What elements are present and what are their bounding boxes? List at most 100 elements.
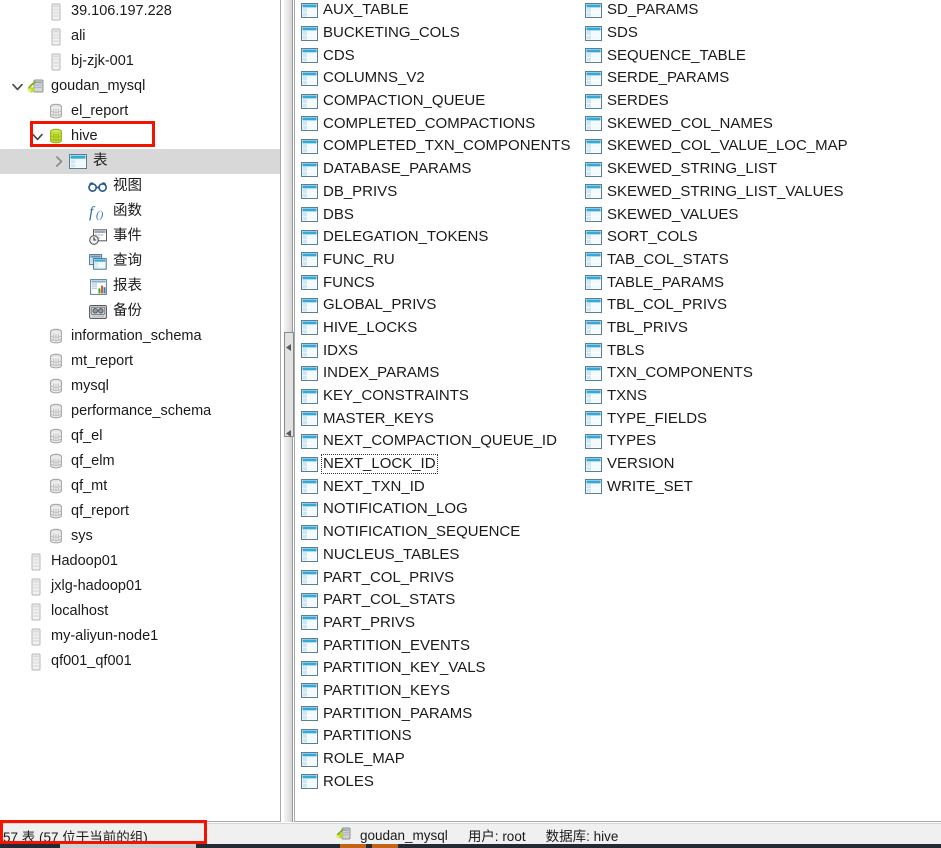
object-list-item[interactable]: PART_COL_STATS <box>300 589 572 612</box>
object-list-item[interactable]: SKEWED_COL_VALUE_LOC_MAP <box>584 135 849 158</box>
object-list-item[interactable]: TABLE_PARAMS <box>584 271 849 294</box>
tree-node-39.106.197.228[interactable]: 39.106.197.228 <box>0 0 280 24</box>
object-list-item[interactable]: GLOBAL_PRIVS <box>300 294 572 317</box>
tree-node-goudan_mysql[interactable]: goudan_mysql <box>0 74 280 99</box>
object-list-item-label: INDEX_PARAMS <box>323 364 440 382</box>
object-list-item[interactable]: HIVE_LOCKS <box>300 317 572 340</box>
splitter-collapse-left-icon[interactable] <box>286 338 292 351</box>
object-list-item[interactable]: CDS <box>300 44 572 67</box>
object-list-item[interactable]: PARTITION_EVENTS <box>300 634 572 657</box>
tree-node-label: qf_el <box>71 427 103 444</box>
object-list-item[interactable]: NOTIFICATION_LOG <box>300 498 572 521</box>
object-list-item[interactable]: SORT_COLS <box>584 226 849 249</box>
tree-node-information_schema[interactable]: information_schema <box>0 324 280 349</box>
tree-node-ali[interactable]: ali <box>0 24 280 49</box>
object-list-item[interactable]: DATABASE_PARAMS <box>300 158 572 181</box>
pane-splitter[interactable] <box>283 0 294 822</box>
object-list-item[interactable]: ROLE_MAP <box>300 748 572 771</box>
tree-node-el_report[interactable]: el_report <box>0 99 280 124</box>
chevron-right-icon[interactable] <box>50 149 68 174</box>
tree-node-查询[interactable]: 查询 <box>0 249 280 274</box>
object-list-item[interactable]: KEY_CONSTRAINTS <box>300 385 572 408</box>
tree-node-bj-zjk-001[interactable]: bj-zjk-001 <box>0 49 280 74</box>
object-list-item[interactable]: VERSION <box>584 453 849 476</box>
connection-tree-pane[interactable]: 39.106.197.228 ali bj-zjk-001 goudan_mysql e… <box>0 0 281 822</box>
object-list-item[interactable]: DB_PRIVS <box>300 181 572 204</box>
object-list-item[interactable]: SEQUENCE_TABLE <box>584 44 849 67</box>
chevron-down-icon[interactable] <box>28 124 46 149</box>
object-list-item[interactable]: PARTITION_KEY_VALS <box>300 657 572 680</box>
object-list-item[interactable]: SERDES <box>584 90 849 113</box>
object-list-item[interactable]: COMPLETED_COMPACTIONS <box>300 112 572 135</box>
object-list-item[interactable]: IDXS <box>300 339 572 362</box>
object-list-item[interactable]: SKEWED_COL_NAMES <box>584 112 849 135</box>
object-list-item[interactable]: PARTITION_KEYS <box>300 680 572 703</box>
object-list-item[interactable]: TAB_COL_STATS <box>584 249 849 272</box>
object-list-item[interactable]: FUNCS <box>300 271 572 294</box>
tree-node-qf_el[interactable]: qf_el <box>0 424 280 449</box>
object-list-item[interactable]: DBS <box>300 203 572 226</box>
object-list-item[interactable]: TYPE_FIELDS <box>584 407 849 430</box>
object-list-item[interactable]: TBL_PRIVS <box>584 317 849 340</box>
object-list-item[interactable]: PART_COL_PRIVS <box>300 566 572 589</box>
tree-node-备份[interactable]: 备份 <box>0 299 280 324</box>
tree-node-mt_report[interactable]: mt_report <box>0 349 280 374</box>
object-list-item[interactable]: ROLES <box>300 770 572 793</box>
object-list-item[interactable]: TXNS <box>584 385 849 408</box>
tree-node-qf_mt[interactable]: qf_mt <box>0 474 280 499</box>
object-list-column-1[interactable]: AUX_TABLE BUCKETING_COLS CDS COLUMNS_V2 COMP… <box>300 0 572 793</box>
object-list-item[interactable]: TYPES <box>584 430 849 453</box>
connection-tree-list[interactable]: 39.106.197.228 ali bj-zjk-001 goudan_mysql e… <box>0 0 280 674</box>
object-list-item[interactable]: SKEWED_STRING_LIST_VALUES <box>584 181 849 204</box>
tree-node-my-aliyun-node1[interactable]: my-aliyun-node1 <box>0 624 280 649</box>
object-list-item[interactable]: SD_PARAMS <box>584 0 849 22</box>
table-icon <box>301 501 318 517</box>
tree-node-qf_elm[interactable]: qf_elm <box>0 449 280 474</box>
object-list-item[interactable]: TXN_COMPONENTS <box>584 362 849 385</box>
tree-node-表[interactable]: 表 <box>0 149 280 174</box>
splitter-grip[interactable] <box>284 332 294 437</box>
object-list-item[interactable]: PART_PRIVS <box>300 612 572 635</box>
tree-node-报表[interactable]: 报表 <box>0 274 280 299</box>
tree-node-hive[interactable]: hive <box>0 124 280 149</box>
object-list-item[interactable]: SDS <box>584 22 849 45</box>
object-list-item[interactable]: BUCKETING_COLS <box>300 22 572 45</box>
object-list-item[interactable]: SKEWED_STRING_LIST <box>584 158 849 181</box>
tree-node-事件[interactable]: 事件 <box>0 224 280 249</box>
object-list-item[interactable]: INDEX_PARAMS <box>300 362 572 385</box>
object-list-item[interactable]: NOTIFICATION_SEQUENCE <box>300 521 572 544</box>
object-list-item[interactable]: COMPACTION_QUEUE <box>300 90 572 113</box>
tree-node-视图[interactable]: 视图 <box>0 174 280 199</box>
object-list-item[interactable]: NEXT_LOCK_ID <box>300 453 572 476</box>
object-list-pane[interactable]: AUX_TABLE BUCKETING_COLS CDS COLUMNS_V2 COMP… <box>294 0 941 822</box>
object-list-item[interactable]: WRITE_SET <box>584 475 849 498</box>
object-list-item[interactable]: NUCLEUS_TABLES <box>300 544 572 567</box>
object-list-item[interactable]: MASTER_KEYS <box>300 407 572 430</box>
object-list-column-2[interactable]: SD_PARAMS SDS SEQUENCE_TABLE SERDE_PARAMS SE… <box>584 0 849 498</box>
tree-node-localhost[interactable]: localhost <box>0 599 280 624</box>
tree-node-jxlg-hadoop01[interactable]: jxlg-hadoop01 <box>0 574 280 599</box>
object-list-item[interactable]: NEXT_COMPACTION_QUEUE_ID <box>300 430 572 453</box>
object-list-item[interactable]: NEXT_TXN_ID <box>300 475 572 498</box>
splitter-collapse-left-icon-2[interactable] <box>286 424 292 437</box>
tree-node-Hadoop01[interactable]: Hadoop01 <box>0 549 280 574</box>
chevron-down-icon[interactable] <box>8 74 26 99</box>
object-list-item[interactable]: SKEWED_VALUES <box>584 203 849 226</box>
object-list-item[interactable]: COLUMNS_V2 <box>300 67 572 90</box>
tree-node-qf_report[interactable]: qf_report <box>0 499 280 524</box>
object-list-item[interactable]: COMPLETED_TXN_COMPONENTS <box>300 135 572 158</box>
object-list-item[interactable]: AUX_TABLE <box>300 0 572 22</box>
tree-node-performance_schema[interactable]: performance_schema <box>0 399 280 424</box>
object-list-item[interactable]: PARTITION_PARAMS <box>300 702 572 725</box>
table-icon <box>301 70 318 86</box>
object-list-item[interactable]: DELEGATION_TOKENS <box>300 226 572 249</box>
tree-node-函数[interactable]: f() 函数 <box>0 199 280 224</box>
object-list-item[interactable]: SERDE_PARAMS <box>584 67 849 90</box>
object-list-item[interactable]: PARTITIONS <box>300 725 572 748</box>
tree-node-mysql[interactable]: mysql <box>0 374 280 399</box>
tree-node-sys[interactable]: sys <box>0 524 280 549</box>
object-list-item[interactable]: TBL_COL_PRIVS <box>584 294 849 317</box>
object-list-item[interactable]: TBLS <box>584 339 849 362</box>
tree-node-qf001_qf001[interactable]: qf001_qf001 <box>0 649 280 674</box>
object-list-item[interactable]: FUNC_RU <box>300 249 572 272</box>
